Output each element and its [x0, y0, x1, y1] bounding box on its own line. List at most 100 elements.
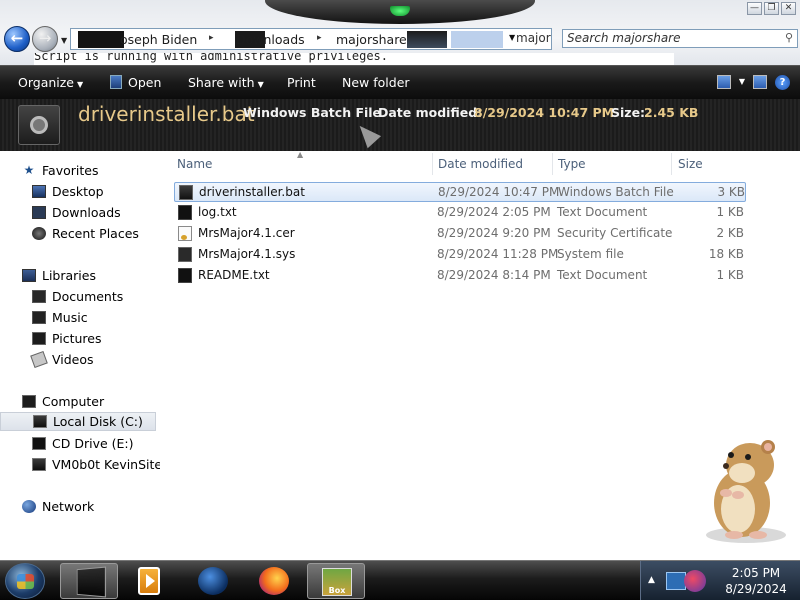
- clock-time[interactable]: 2:05 PM: [721, 566, 791, 580]
- breadcrumb-separator-icon[interactable]: ▸: [317, 33, 322, 43]
- open-icon: [110, 75, 122, 89]
- internet-explorer-icon: [198, 567, 228, 595]
- nav-desktop[interactable]: Desktop: [0, 182, 156, 201]
- address-fragment-text: major: [516, 31, 551, 45]
- forward-button[interactable]: →: [32, 26, 58, 52]
- search-input[interactable]: Search majorshare: [567, 31, 680, 45]
- nav-label: Local Disk (C:): [53, 414, 143, 429]
- nav-label: Recent Places: [52, 226, 139, 241]
- maximize-button[interactable]: ❐: [764, 2, 779, 15]
- nav-network-share[interactable]: VM0b0t KevinSite: [0, 455, 162, 474]
- breadcrumb-separator-icon[interactable]: ▸: [209, 33, 214, 43]
- file-date: 8/29/2024 2:05 PM: [437, 205, 551, 219]
- column-header-type[interactable]: Type: [558, 157, 586, 171]
- nav-label: Network: [42, 499, 95, 514]
- file-row[interactable]: README.txt 8/29/2024 8:14 PM Text Docume…: [174, 266, 746, 286]
- view-controls: ▼ ?: [716, 75, 790, 90]
- music-icon: [32, 311, 46, 324]
- command-bar: Organize ▼ Open Share with ▼ Print New fol…: [0, 65, 800, 99]
- chevron-down-icon: ▼: [77, 80, 84, 89]
- nav-favorites[interactable]: ★ Favorites: [0, 161, 156, 180]
- open-button[interactable]: Open: [110, 75, 161, 90]
- gear-icon: [30, 116, 48, 134]
- address-bar[interactable]: oseph Biden ▸ Downloads ▸ majorshare: [70, 28, 552, 50]
- redacted-region: [78, 31, 124, 48]
- nav-pictures[interactable]: Pictures: [0, 329, 156, 348]
- tray-app-icon[interactable]: [666, 568, 706, 594]
- libraries-icon: [22, 269, 36, 282]
- game-icon: Box: [322, 568, 352, 596]
- file-row[interactable]: log.txt 8/29/2024 2:05 PM Text Document …: [174, 203, 746, 223]
- file-size: 3 KB: [717, 185, 745, 199]
- print-button[interactable]: Print: [287, 75, 316, 90]
- pictures-icon: [32, 332, 46, 345]
- nav-label: Music: [52, 310, 88, 325]
- batch-file-large-icon: [18, 105, 60, 145]
- nav-label: Libraries: [42, 268, 96, 283]
- breadcrumb-downloads[interactable]: Downloads: [236, 32, 305, 47]
- back-arrow-icon: ←: [10, 29, 24, 47]
- nav-cd-drive[interactable]: CD Drive (E:): [0, 434, 156, 453]
- new-folder-button[interactable]: New folder: [342, 75, 410, 90]
- nav-recent-places[interactable]: Recent Places: [0, 224, 156, 243]
- taskbar-explorer[interactable]: [60, 563, 118, 599]
- search-icon[interactable]: ⚲: [785, 31, 793, 44]
- system-file-icon: [178, 247, 192, 262]
- nav-music[interactable]: Music: [0, 308, 156, 327]
- file-row[interactable]: MrsMajor4.1.cer 8/29/2024 9:20 PM Securi…: [174, 224, 746, 244]
- file-type: System file: [557, 247, 624, 261]
- view-dropdown-icon[interactable]: ▼: [739, 75, 745, 90]
- file-size: 2 KB: [716, 226, 744, 240]
- nav-documents[interactable]: Documents: [0, 287, 156, 306]
- column-header-size[interactable]: Size: [678, 157, 703, 171]
- videos-icon: [30, 350, 48, 369]
- nav-local-disk[interactable]: Local Disk (C:): [0, 412, 156, 431]
- share-with-button[interactable]: Share with ▼: [188, 75, 264, 90]
- close-button[interactable]: ✕: [781, 2, 796, 15]
- nav-downloads[interactable]: Downloads: [0, 203, 156, 222]
- column-divider[interactable]: [552, 153, 553, 175]
- nav-libraries[interactable]: Libraries: [0, 266, 156, 285]
- address-dropdown-icon[interactable]: ▼: [509, 33, 515, 42]
- recent-pages-dropdown-icon[interactable]: ▼: [61, 36, 67, 45]
- change-view-icon[interactable]: [716, 75, 731, 89]
- back-button[interactable]: ←: [4, 26, 30, 52]
- text-file-icon: [178, 205, 192, 220]
- breadcrumb-majorshare[interactable]: majorshare: [336, 32, 407, 47]
- hamster-mascot-icon[interactable]: [698, 435, 790, 545]
- clock-date[interactable]: 8/29/2024: [721, 582, 791, 596]
- file-type: Security Certificate: [557, 226, 673, 240]
- minimize-button[interactable]: —: [747, 2, 762, 15]
- taskbar-game[interactable]: Box: [307, 563, 365, 599]
- breadcrumb-user[interactable]: oseph Biden: [120, 32, 197, 47]
- help-icon[interactable]: ?: [775, 75, 790, 90]
- file-row[interactable]: driverinstaller.bat 8/29/2024 10:47 PM W…: [174, 182, 746, 202]
- column-divider[interactable]: [671, 153, 672, 175]
- taskbar-internet-explorer[interactable]: [184, 563, 242, 599]
- start-button[interactable]: [5, 563, 45, 599]
- nav-videos[interactable]: Videos: [0, 350, 156, 369]
- game-label: Box: [328, 586, 346, 595]
- column-header-date[interactable]: Date modified: [438, 157, 523, 171]
- file-name: README.txt: [198, 268, 270, 282]
- nav-computer[interactable]: Computer: [0, 392, 156, 411]
- search-box[interactable]: Search majorshare ⚲: [562, 29, 798, 48]
- recent-places-icon: [32, 227, 46, 240]
- nav-label: VM0b0t KevinSite: [52, 457, 163, 472]
- date-modified-label: Date modified:: [378, 105, 483, 120]
- nav-network[interactable]: Network: [0, 497, 156, 516]
- computer-icon: [22, 395, 36, 408]
- console-text: Script is running with administrative pr…: [34, 53, 389, 63]
- desktop-screen: — ❐ ✕ ← → ▼ oseph Biden ▸ Downloads ▸ ma…: [0, 0, 800, 600]
- firefox-icon: [259, 567, 289, 595]
- taskbar-media-player[interactable]: [121, 563, 179, 599]
- show-hidden-icons-icon[interactable]: ▲: [648, 575, 655, 585]
- taskbar-firefox[interactable]: [245, 563, 303, 599]
- column-divider[interactable]: [432, 153, 433, 175]
- file-row[interactable]: MrsMajor4.1.sys 8/29/2024 11:28 PM Syste…: [174, 245, 746, 265]
- navigation-pane: ★ Favorites Desktop Downloads Recent Plac…: [0, 151, 162, 560]
- organize-button[interactable]: Organize ▼: [18, 75, 83, 90]
- batch-file-icon: [179, 185, 193, 200]
- column-header-name[interactable]: Name: [177, 157, 212, 171]
- preview-pane-icon[interactable]: [753, 75, 767, 89]
